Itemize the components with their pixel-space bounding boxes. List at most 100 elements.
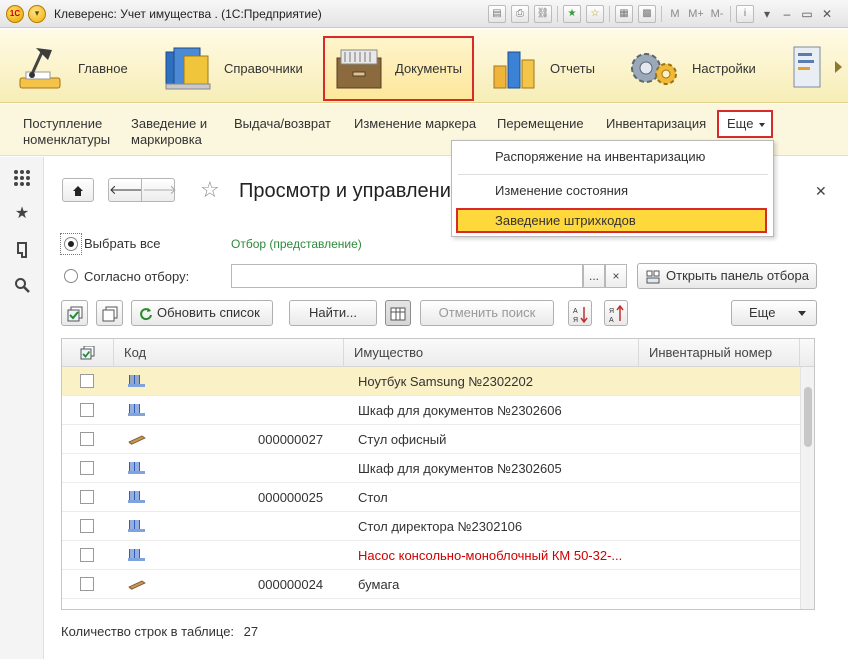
open-filter-panel-button[interactable]: Открыть панель отбора — [637, 263, 817, 289]
favorite-star-icon[interactable]: ☆ — [200, 177, 220, 203]
row-checkbox[interactable] — [80, 432, 94, 446]
minimize-button[interactable]: – — [779, 5, 795, 23]
items-table: Код Имущество Инвентарный номер Ноутбук … — [61, 338, 815, 610]
row-checkbox[interactable] — [80, 374, 94, 388]
refresh-list-button[interactable]: Обновить список — [131, 300, 273, 326]
row-count: Количество строк в таблице: 27 — [61, 624, 258, 639]
maximize-button[interactable]: ▭ — [799, 5, 815, 23]
favorites-add-icon[interactable]: ★ — [563, 5, 581, 23]
row-checkbox[interactable] — [80, 519, 94, 533]
section-documents[interactable]: Документы — [323, 36, 474, 101]
uncheck-all-button[interactable] — [96, 300, 123, 326]
filter-select-button[interactable]: ... — [583, 264, 605, 288]
find-button[interactable]: Найти... — [289, 300, 377, 326]
radio-by-filter-label: Согласно отбору: — [84, 269, 190, 284]
filter-clear-button[interactable]: × — [605, 264, 627, 288]
home-icon — [73, 185, 83, 196]
cell-property: Ноутбук Samsung №2302202 — [358, 374, 533, 389]
command-marker-change[interactable]: Изменение маркера — [354, 116, 476, 132]
radio-by-filter[interactable] — [64, 269, 78, 283]
table-scrollbar[interactable] — [800, 367, 814, 609]
search-in-list-toggle[interactable] — [385, 300, 411, 326]
scrollbar-thumb[interactable] — [804, 387, 812, 447]
section-reports[interactable]: Отчеты — [488, 37, 618, 99]
section-catalogs-label: Справочники — [224, 60, 303, 76]
section-settings[interactable]: Настройки — [626, 37, 766, 99]
command-registration[interactable]: Заведение и маркировка — [131, 116, 207, 148]
row-checkbox[interactable] — [80, 490, 94, 504]
filter-panel-icon — [646, 270, 660, 284]
form-more-button[interactable]: Еще — [731, 300, 817, 326]
memory-button[interactable]: M — [667, 5, 683, 23]
home-button[interactable] — [62, 178, 94, 202]
save-icon[interactable]: ▤ — [488, 5, 506, 23]
desk-lamp-icon — [19, 48, 61, 89]
search-icon[interactable] — [13, 277, 31, 295]
menu-item-inventory-order[interactable]: Распоряжение на инвентаризацию — [452, 143, 773, 171]
table-row[interactable]: 000000024 бумага — [62, 570, 800, 599]
grid-menu-icon[interactable] — [13, 169, 31, 187]
calendar-icon[interactable]: ▩ — [638, 5, 656, 23]
cancel-search-button[interactable]: Отменить поиск — [420, 300, 554, 326]
commands-more-label: Еще — [727, 116, 754, 131]
section-catalogs[interactable]: Справочники — [160, 37, 315, 99]
cell-property: Стол — [358, 490, 388, 505]
table-row[interactable]: 000000025 Стол — [62, 483, 800, 512]
cell-code: 000000025 — [258, 490, 324, 505]
toolbar-divider — [661, 6, 662, 22]
table-row[interactable]: Шкаф для документов №2302606 — [62, 396, 800, 425]
chevron-down-icon — [798, 311, 806, 316]
command-receipt[interactable]: Поступление номенклатуры — [23, 116, 110, 148]
table-row[interactable]: Ноутбук Samsung №2302202 — [62, 367, 800, 396]
radio-select-all[interactable] — [64, 237, 78, 251]
table-row[interactable]: Шкаф для документов №2302605 — [62, 454, 800, 483]
header-inventory-number[interactable]: Инвентарный номер — [639, 339, 800, 367]
header-property[interactable]: Имущество — [344, 339, 639, 367]
print-icon[interactable]: ⎙ — [511, 5, 529, 23]
close-window-button[interactable]: ✕ — [819, 5, 835, 23]
table-row[interactable]: 000000027 Стул офисный — [62, 425, 800, 454]
close-form-icon[interactable]: ✕ — [815, 183, 827, 200]
row-checkbox[interactable] — [80, 577, 94, 591]
table-row[interactable]: Насос консольно-моноблочный КМ 50-32-... — [62, 541, 800, 570]
back-button[interactable]: 🡐 — [108, 178, 144, 202]
header-check-column[interactable] — [62, 339, 114, 367]
row-checkbox[interactable] — [80, 461, 94, 475]
history-icon[interactable] — [13, 241, 31, 259]
bar-chart-icon — [493, 51, 535, 89]
sort-descending-button[interactable]: ЯA — [604, 300, 628, 326]
command-issue-return[interactable]: Выдача/возврат — [234, 116, 331, 132]
main-menu-button[interactable]: ▾ — [28, 5, 46, 23]
filter-input[interactable] — [231, 264, 583, 288]
check-all-button[interactable] — [61, 300, 88, 326]
row-checkbox[interactable] — [80, 548, 94, 562]
section-documents-label: Документы — [395, 61, 463, 76]
sort-ascending-icon: AЯ — [573, 306, 588, 324]
document-scroll-icon[interactable] — [792, 45, 822, 91]
cell-property: Стол директора №2302106 — [358, 519, 523, 534]
forward-button[interactable]: 🡒 — [141, 178, 177, 202]
header-code[interactable]: Код — [114, 339, 344, 367]
filter-representation-link[interactable]: Отбор (представление) — [231, 237, 362, 251]
commands-more-button[interactable]: Еще — [717, 110, 773, 138]
favorites-star-icon[interactable]: ★ — [13, 205, 31, 223]
cell-inventory-number — [652, 396, 792, 425]
section-main[interactable]: Главное — [12, 37, 152, 99]
table-row[interactable]: Стол директора №2302106 — [62, 512, 800, 541]
command-movement[interactable]: Перемещение — [497, 116, 584, 132]
barcode-item-icon — [128, 549, 145, 561]
sort-ascending-button[interactable]: AЯ — [568, 300, 592, 326]
info-icon[interactable]: i — [736, 5, 754, 23]
menu-item-barcode-registration[interactable]: Заведение штрихкодов — [456, 208, 767, 233]
calculator-icon[interactable]: ▦ — [615, 5, 633, 23]
memory-minus-button[interactable]: M- — [709, 5, 725, 23]
sections-scroll-right-icon[interactable] — [835, 61, 842, 73]
row-count-label: Количество строк в таблице: — [61, 624, 235, 639]
row-checkbox[interactable] — [80, 403, 94, 417]
window-menu-button[interactable]: ▾ — [759, 5, 775, 23]
menu-item-state-change[interactable]: Изменение состояния — [452, 177, 773, 205]
memory-plus-button[interactable]: M+ — [688, 5, 704, 23]
favorites-icon[interactable]: ☆ — [586, 5, 604, 23]
command-inventory[interactable]: Инвентаризация — [606, 116, 706, 132]
link-icon[interactable]: ⛓ — [534, 5, 552, 23]
